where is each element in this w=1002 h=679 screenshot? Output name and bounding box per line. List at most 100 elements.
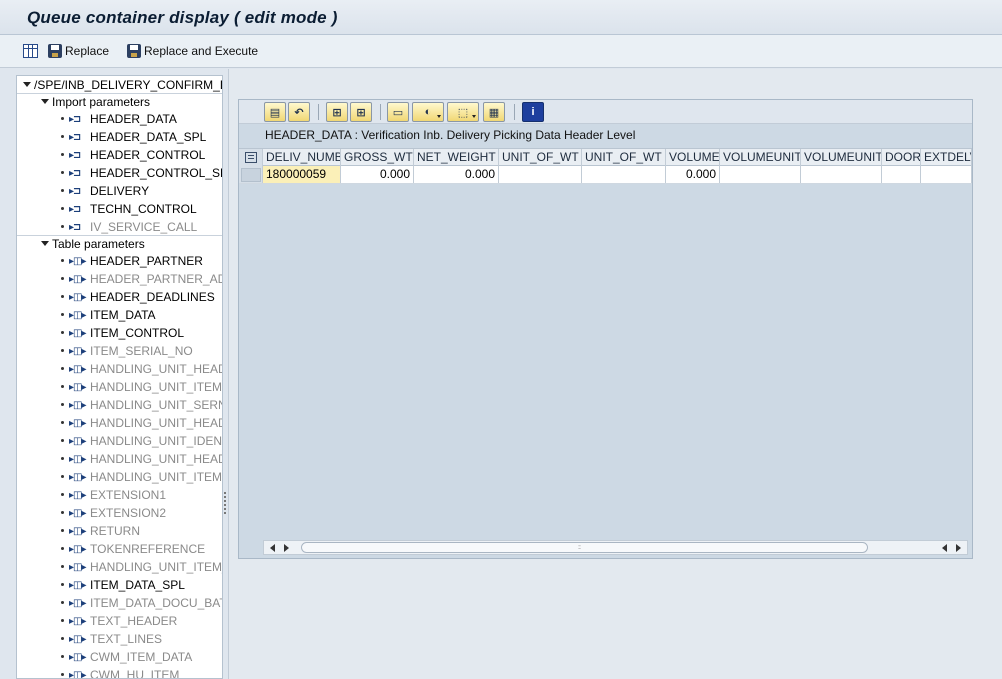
layout-button[interactable]: ▦ (483, 102, 505, 122)
layout-select-cell[interactable] (239, 149, 263, 166)
table-cell[interactable]: 0.000 (666, 166, 720, 183)
tree-leaf[interactable]: ▸◫▸ TEXT_HEADER (17, 612, 222, 630)
scroll-right-end-icon[interactable] (956, 544, 961, 552)
export-icon: ⬚ (457, 106, 469, 119)
bullet-icon (61, 529, 64, 532)
choose-button[interactable]: ↶ (288, 102, 310, 122)
choose-icon: ↶ (294, 106, 304, 119)
info-button[interactable]: i (522, 102, 544, 122)
scroll-left-end-icon[interactable] (942, 544, 947, 552)
tree-leaf[interactable]: ▸◫▸ HEADER_PARTNER (17, 252, 222, 270)
table-param-icon: ▸◫▸ (69, 580, 86, 591)
scroll-right-icon[interactable] (284, 544, 289, 552)
expand-triangle-icon[interactable] (41, 99, 49, 105)
table-cell[interactable]: 0.000 (414, 166, 499, 183)
tree-leaf[interactable]: ▸◫▸ HANDLING_UNIT_SERNO (17, 396, 222, 414)
tree-leaf[interactable]: ▸◫▸ ITEM_DATA_DOCU_BATCH (17, 594, 222, 612)
tree-leaf[interactable]: ▸⊐ TECHN_CONTROL (17, 200, 222, 218)
tree-leaf[interactable]: ▸◫▸ CWM_ITEM_DATA (17, 648, 222, 666)
tree-leaf[interactable]: ▸⊐ HEADER_DATA_SPL (17, 128, 222, 146)
column-header[interactable]: DOOR (882, 149, 921, 166)
bullet-icon (61, 655, 64, 658)
table-cell[interactable] (499, 166, 582, 183)
tree-leaf[interactable]: ▸◫▸ EXTENSION2 (17, 504, 222, 522)
row-selector[interactable] (239, 166, 263, 183)
tree-leaf[interactable]: ▸◫▸ ITEM_DATA_SPL (17, 576, 222, 594)
replace-execute-button[interactable]: Replace and Execute (127, 42, 258, 60)
tree-leaf[interactable]: ▸◫▸ HEADER_DEADLINES (17, 288, 222, 306)
tree-leaf[interactable]: ▸◫▸ ITEM_CONTROL (17, 324, 222, 342)
layout-icon (245, 152, 257, 163)
display-change-button[interactable] (23, 42, 38, 60)
bullet-icon (61, 457, 64, 460)
print-button[interactable]: ▭ (387, 102, 409, 122)
save-icon (127, 44, 141, 58)
tree-leaf[interactable]: ▸◫▸ RETURN (17, 522, 222, 540)
tree-leaf[interactable]: ▸◫▸ HANDLING_UNIT_HEADER (17, 360, 222, 378)
tree-leaf[interactable]: ▸◫▸ HANDLING_UNIT_ITEM_ (17, 558, 222, 576)
scroll-thumb[interactable]: ::: (301, 542, 868, 553)
replace-button[interactable]: Replace (48, 42, 109, 60)
table-param-icon: ▸◫▸ (69, 382, 86, 393)
column-header[interactable]: UNIT_OF_WT (582, 149, 666, 166)
tree-section-import[interactable]: Import parameters (17, 93, 222, 111)
bullet-icon (61, 277, 64, 280)
table-cell[interactable] (720, 166, 801, 183)
import-section-label: Import parameters (52, 94, 151, 109)
toolbar-separator (318, 104, 319, 120)
column-header[interactable]: GROSS_WT (341, 149, 414, 166)
scroll-left-icon[interactable] (270, 544, 275, 552)
expand-triangle-icon[interactable] (23, 82, 31, 88)
panel-splitter[interactable] (224, 490, 227, 520)
tree-leaf[interactable]: ▸◫▸ HANDLING_UNIT_HEADER (17, 450, 222, 468)
tree-leaf[interactable]: ▸⊐ HEADER_CONTROL_SPL (17, 164, 222, 182)
tree-leaf[interactable]: ▸⊐ HEADER_DATA (17, 110, 222, 128)
find-button[interactable]: ⊞ (326, 102, 348, 122)
tree-leaf[interactable]: ▸◫▸ ITEM_DATA (17, 306, 222, 324)
views-button[interactable]: ◐ (412, 102, 444, 122)
deliv-numb-input[interactable]: 180000059 (263, 166, 341, 183)
column-header[interactable]: VOLUMEUNIT (801, 149, 882, 166)
tree-leaf[interactable]: ▸◫▸ TOKENREFERENCE (17, 540, 222, 558)
tree-leaf-label: HANDLING_UNIT_IDENT (90, 434, 222, 448)
tree-leaf[interactable]: ▸◫▸ HANDLING_UNIT_ITEMS (17, 468, 222, 486)
table-cell[interactable] (882, 166, 921, 183)
table-cell[interactable] (801, 166, 882, 183)
tree-leaf-label: EXTENSION1 (90, 488, 167, 502)
tree-section-table[interactable]: Table parameters (17, 235, 222, 253)
table-cell[interactable] (582, 166, 666, 183)
tree-leaf[interactable]: ▸◫▸ HANDLING_UNIT_HEADER (17, 414, 222, 432)
tree-leaf-label: CWM_HU_ITEM (90, 668, 180, 679)
bullet-icon (61, 225, 64, 228)
column-header[interactable]: VOLUMEUNIT (720, 149, 801, 166)
column-header[interactable]: VOLUME (666, 149, 720, 166)
print-icon: ▭ (392, 106, 404, 119)
tree-leaf[interactable]: ▸◫▸ HANDLING_UNIT_ITEM (17, 378, 222, 396)
find-next-button[interactable]: ⊞ (350, 102, 372, 122)
horizontal-scrollbar[interactable]: ::: (263, 540, 968, 555)
table-row[interactable]: 180000059 0.000 0.000 0.000 (239, 166, 972, 184)
column-header[interactable]: DELIV_NUMB (263, 149, 341, 166)
expand-triangle-icon[interactable] (41, 241, 49, 247)
table-param-icon: ▸◫▸ (69, 634, 86, 645)
column-header[interactable]: UNIT_OF_WT (499, 149, 582, 166)
import-param-icon: ▸⊐ (69, 132, 81, 143)
tree-leaf[interactable]: ▸◫▸ TEXT_LINES (17, 630, 222, 648)
column-header[interactable]: EXTDELV (921, 149, 972, 166)
table-cell[interactable]: 0.000 (341, 166, 414, 183)
tree-leaf[interactable]: ▸◫▸ EXTENSION1 (17, 486, 222, 504)
column-header[interactable]: NET_WEIGHT (414, 149, 499, 166)
tree-leaf[interactable]: ▸◫▸ ITEM_SERIAL_NO (17, 342, 222, 360)
tree-leaf[interactable]: ▸⊐ DELIVERY (17, 182, 222, 200)
export-button[interactable]: ⬚ (447, 102, 479, 122)
tree-leaf[interactable]: ▸⊐ IV_SERVICE_CALL (17, 218, 222, 236)
tree-leaf[interactable]: ▸⊐ HEADER_CONTROL (17, 146, 222, 164)
import-param-icon: ▸⊐ (69, 168, 81, 179)
details-button[interactable]: ▤ (264, 102, 286, 122)
table-param-icon: ▸◫▸ (69, 274, 86, 285)
tree-leaf[interactable]: ▸◫▸ HANDLING_UNIT_IDENT (17, 432, 222, 450)
tree-leaf[interactable]: ▸◫▸ HEADER_PARTNER_ADDR (17, 270, 222, 288)
tree-leaf-label: HEADER_CONTROL_SPL (90, 166, 222, 180)
tree-leaf[interactable]: ▸◫▸ CWM_HU_ITEM (17, 666, 222, 679)
table-cell[interactable] (921, 166, 972, 183)
